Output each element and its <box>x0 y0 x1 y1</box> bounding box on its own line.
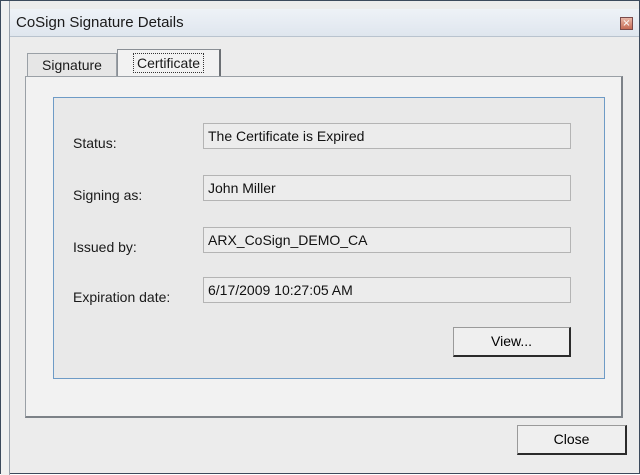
close-icon[interactable]: × <box>620 17 633 30</box>
certificate-details-group: Status: The Certificate is Expired Signi… <box>53 97 605 379</box>
window-title: CoSign Signature Details <box>16 14 184 31</box>
issued-by-field: ARX_CoSign_DEMO_CA <box>203 227 571 253</box>
signing-as-field: John Miller <box>203 175 571 201</box>
dialog-window: CoSign Signature Details × Signature Cer… <box>0 0 640 475</box>
dialog-client-area: Signature Certificate Status: The Certif… <box>11 37 638 473</box>
expiration-date-field: 6/17/2009 10:27:05 AM <box>203 277 571 303</box>
status-field: The Certificate is Expired <box>203 123 571 149</box>
close-button[interactable]: Close <box>517 425 627 455</box>
tab-certificate[interactable]: Certificate <box>117 49 221 77</box>
signing-as-label: Signing as: <box>73 187 143 203</box>
view-button[interactable]: View... <box>453 327 571 357</box>
tab-signature[interactable]: Signature <box>27 53 117 77</box>
title-bar[interactable]: CoSign Signature Details × <box>10 9 639 37</box>
tab-signature-label: Signature <box>42 57 102 73</box>
expiration-date-label: Expiration date: <box>73 289 171 305</box>
tab-certificate-label: Certificate <box>132 53 205 73</box>
window-left-edge <box>1 1 10 475</box>
issued-by-label: Issued by: <box>73 239 137 255</box>
status-label: Status: <box>73 135 117 151</box>
